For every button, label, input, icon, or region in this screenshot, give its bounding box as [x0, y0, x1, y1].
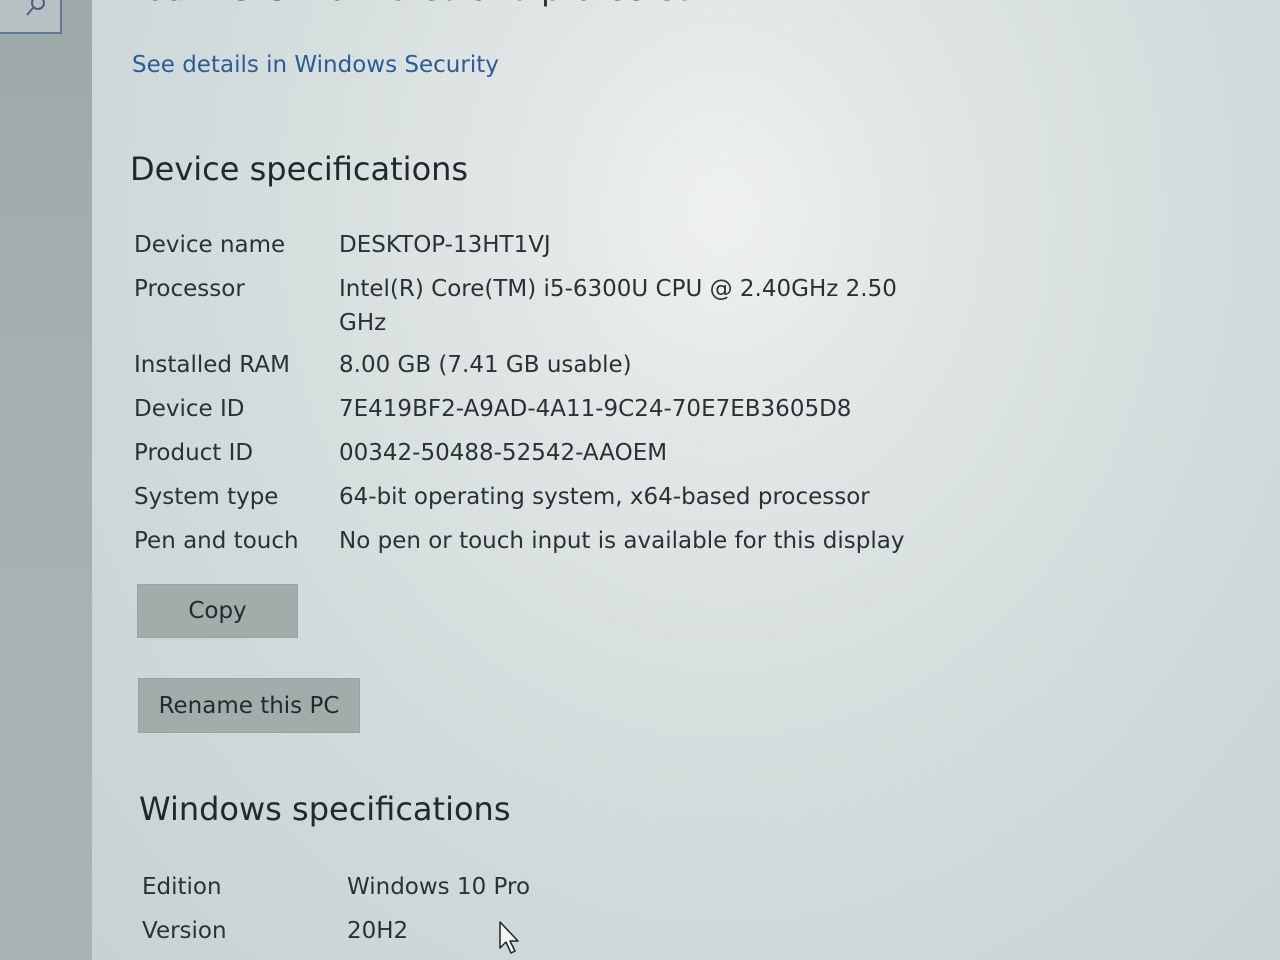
spec-label: Installed RAM [134, 352, 290, 378]
spec-label: System type [134, 484, 279, 510]
device-specs-title: Device specifications [130, 150, 469, 188]
spec-label: Product ID [134, 440, 254, 466]
spec-value: No pen or touch input is available for t… [339, 528, 905, 554]
spec-label: Pen and touch [134, 528, 299, 554]
spec-value: Intel(R) Core(TM) i5-6300U CPU @ 2.40GHz… [339, 276, 897, 336]
protection-status-heading: Your PC is monitored and protected. [130, 0, 706, 8]
spec-value: 64-bit operating system, x64-based proce… [339, 484, 870, 510]
spec-label: Device name [134, 232, 286, 258]
spec-value: 00342-50488-52542-AAOEM [339, 440, 668, 466]
search-icon [26, 0, 45, 16]
spec-label: Version [142, 918, 227, 944]
search-box[interactable] [0, 0, 62, 34]
spec-value: DESKTOP-13HT1VJ [339, 232, 551, 258]
settings-content: Your PC is monitored and protected. See … [92, 0, 1280, 960]
spec-value: 7E419BF2-A9AD-4A11-9C24-70E7EB3605D8 [339, 396, 852, 422]
spec-value: 20H2 [347, 918, 409, 944]
spec-label: Device ID [134, 396, 245, 422]
windows-security-link[interactable]: See details in Windows Security [132, 52, 499, 78]
sidebar [0, 0, 92, 960]
spec-label: Processor [134, 276, 245, 302]
rename-pc-button[interactable]: Rename this PC [138, 678, 360, 733]
windows-specs-title: Windows specifications [139, 790, 511, 828]
spec-value: Windows 10 Pro [347, 874, 531, 900]
spec-value: 8.00 GB (7.41 GB usable) [339, 352, 632, 378]
copy-button[interactable]: Copy [137, 584, 298, 638]
mouse-cursor-icon [499, 921, 519, 954]
spec-label: Edition [142, 874, 222, 900]
